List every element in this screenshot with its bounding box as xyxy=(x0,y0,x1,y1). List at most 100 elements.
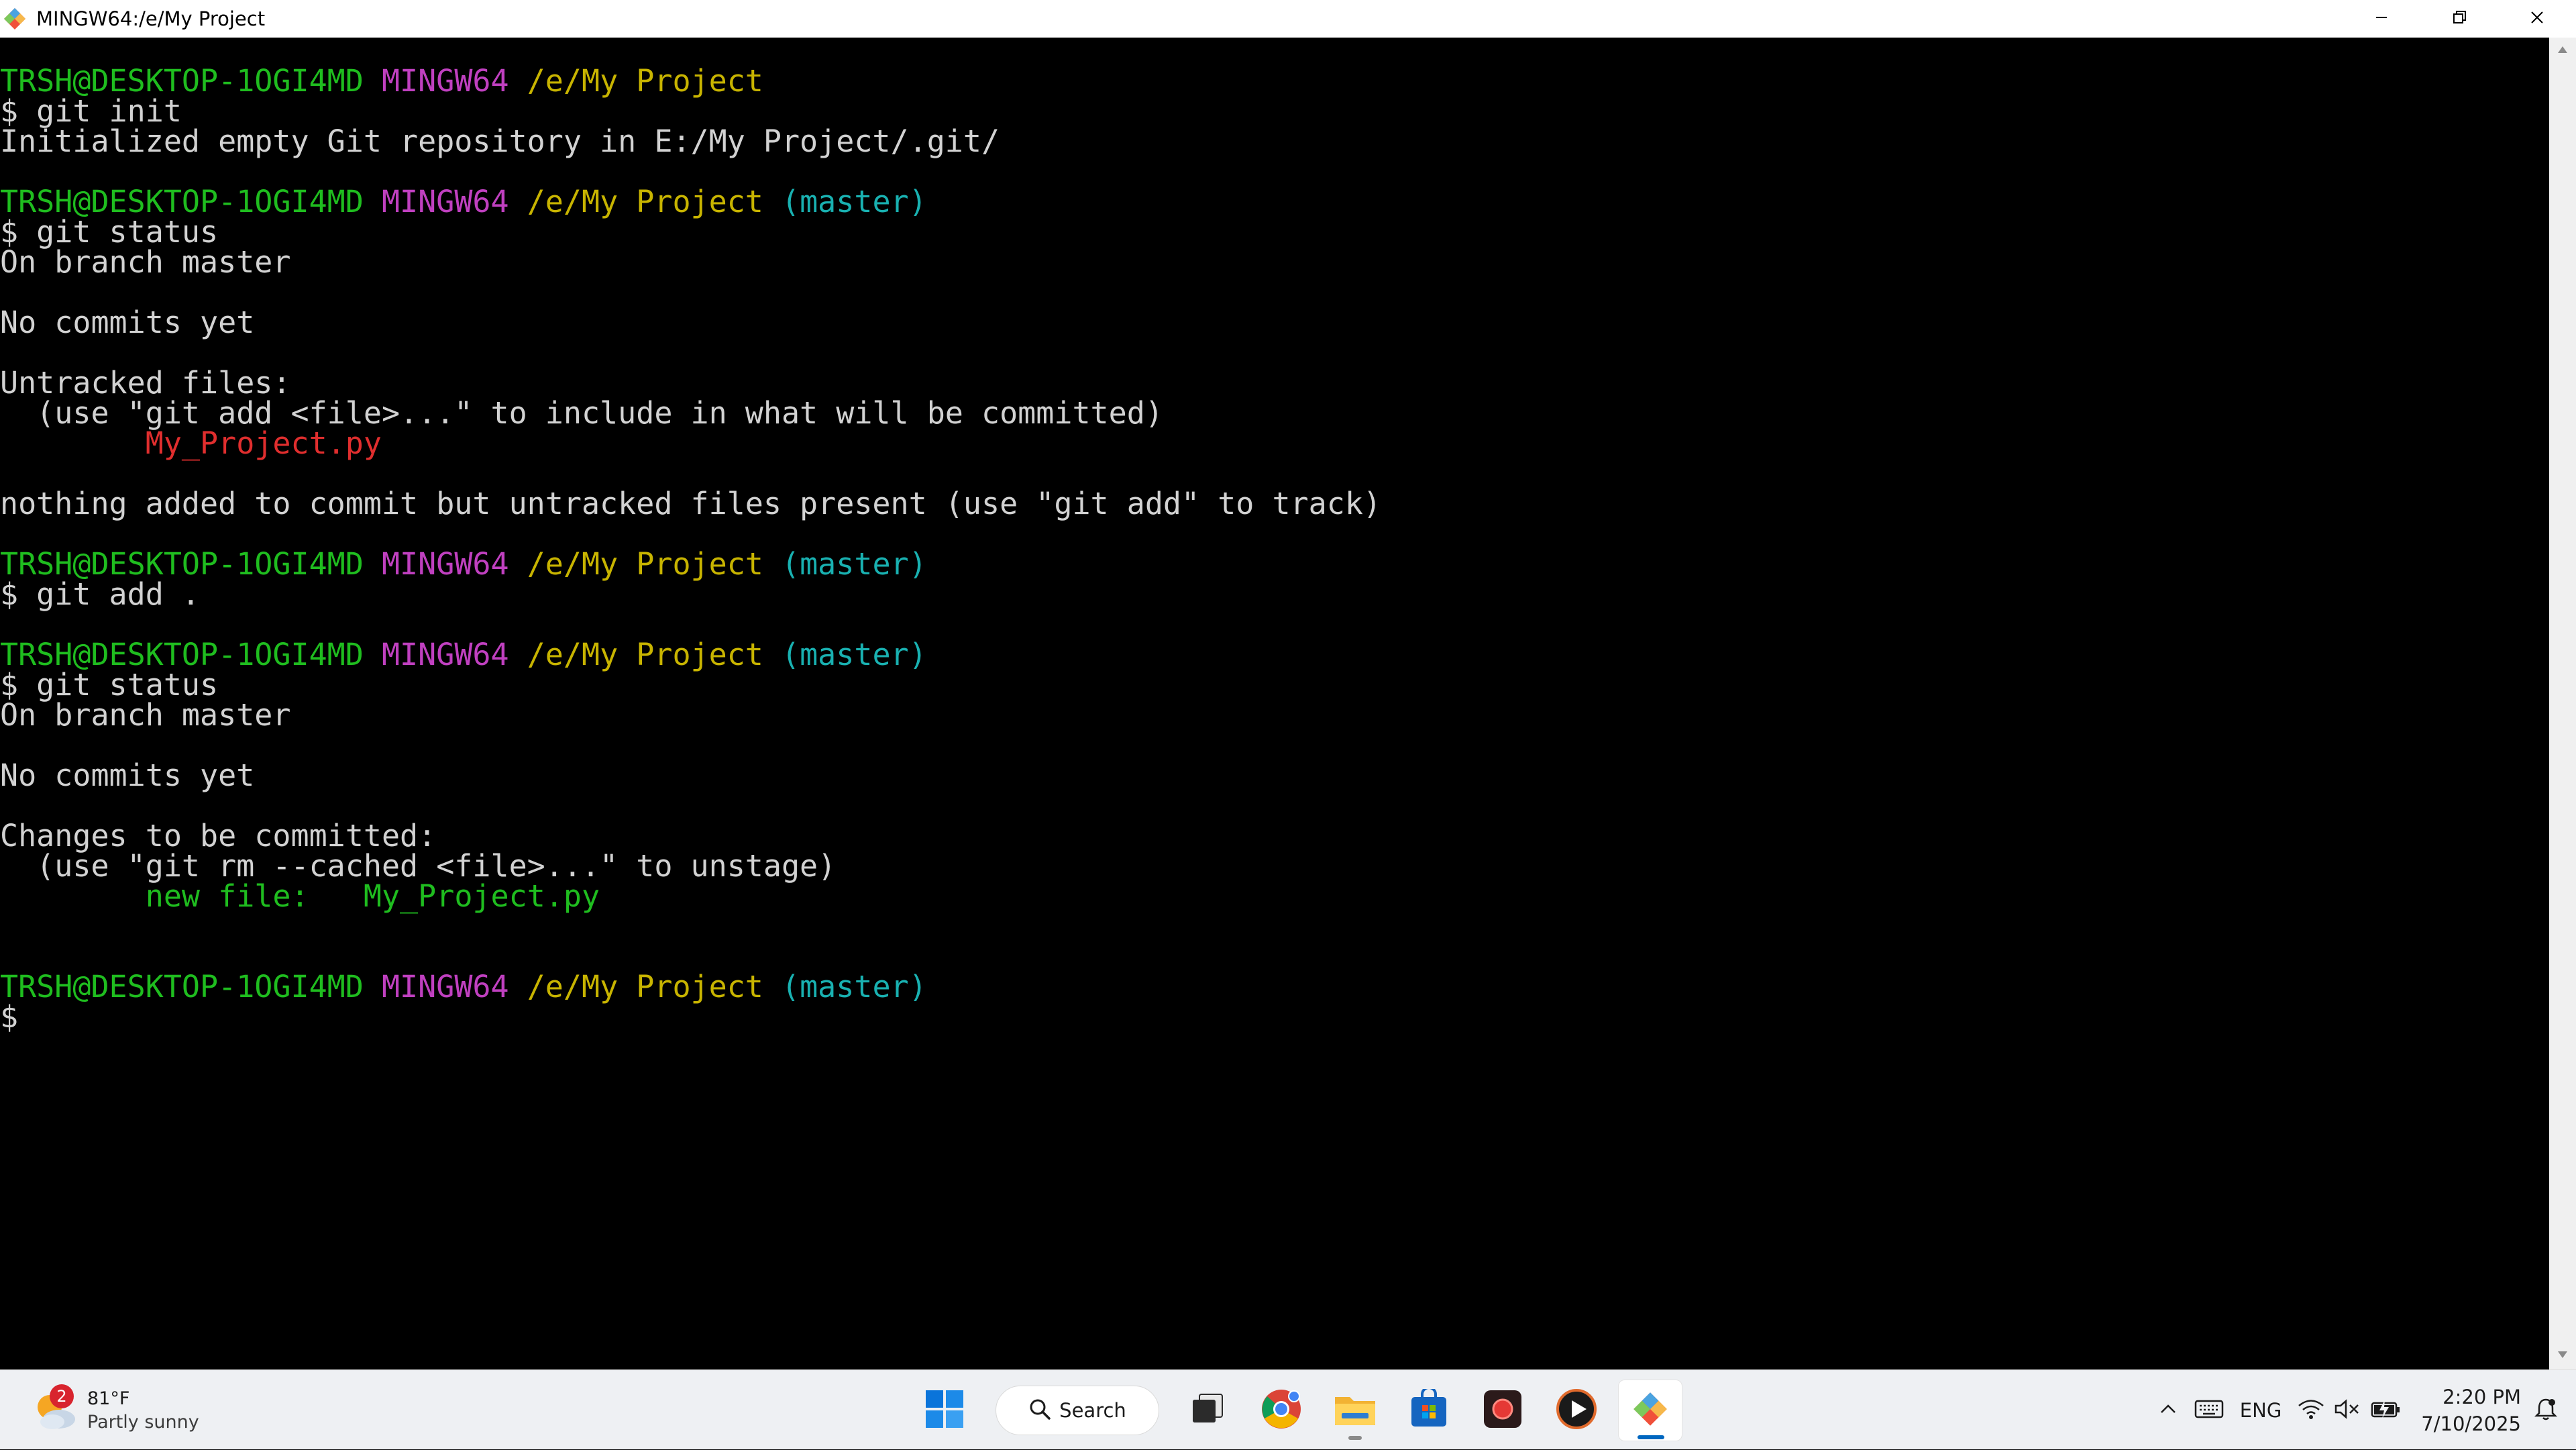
terminal-text: $ xyxy=(0,999,19,1035)
terminal-line: TRSH@DESKTOP-1OGI4MD MINGW64 /e/My Proje… xyxy=(0,187,2549,217)
weather-widget[interactable]: 2 81°F Partly sunny xyxy=(30,1381,199,1441)
task-view-icon xyxy=(1189,1390,1226,1431)
terminal-line: $ git add . xyxy=(0,579,2549,609)
show-hidden-icons-button[interactable] xyxy=(2158,1384,2178,1437)
active-indicator xyxy=(1638,1435,1664,1439)
clock-date: 7/10/2025 xyxy=(2421,1412,2521,1435)
git-bash-icon xyxy=(1,5,28,32)
terminal-line: $ xyxy=(0,1002,2549,1032)
store-icon xyxy=(1409,1386,1449,1432)
media-player-app[interactable] xyxy=(1544,1380,1609,1441)
file-explorer-app[interactable] xyxy=(1323,1380,1387,1441)
taskbar-search[interactable]: Search xyxy=(996,1386,1159,1435)
terminal-text: (master) xyxy=(782,184,927,219)
terminal-text: MINGW64 xyxy=(381,637,509,672)
terminal-text: (master) xyxy=(782,637,927,672)
clock-time: 2:20 PM xyxy=(2443,1385,2521,1408)
terminal-text: /e/My Project xyxy=(527,637,763,672)
terminal-text: (master) xyxy=(782,546,927,582)
terminal-text: On branch master xyxy=(0,244,291,280)
notification-center-button[interactable] xyxy=(2534,1384,2558,1437)
git-bash-app[interactable] xyxy=(1618,1380,1682,1441)
restore-icon xyxy=(2451,9,2467,28)
terminal-text: (master) xyxy=(782,969,927,1004)
record-icon xyxy=(1483,1389,1523,1432)
terminal-line: Untracked files: xyxy=(0,368,2549,398)
chrome-app[interactable] xyxy=(1249,1380,1313,1441)
terminal-line: My_Project.py xyxy=(0,428,2549,458)
terminal-line: TRSH@DESKTOP-1OGI4MD MINGW64 /e/My Proje… xyxy=(0,549,2549,579)
recorder-app[interactable] xyxy=(1470,1380,1535,1441)
terminal-line: No commits yet xyxy=(0,307,2549,338)
terminal-text: My_Project.py xyxy=(145,425,382,461)
terminal-text: new file: My_Project.py xyxy=(145,878,600,914)
minimize-icon xyxy=(2373,9,2390,28)
window-title: MINGW64:/e/My Project xyxy=(36,7,266,30)
wifi-icon xyxy=(2298,1398,2324,1422)
touch-keyboard-button[interactable] xyxy=(2194,1384,2224,1437)
weather-badge: 2 xyxy=(50,1384,74,1408)
terminal-text: Initialized empty Git repository in E:/M… xyxy=(0,123,1000,159)
close-button[interactable] xyxy=(2498,0,2576,38)
search-label: Search xyxy=(1059,1399,1126,1422)
minimize-button[interactable] xyxy=(2343,0,2420,38)
language-indicator: ENG xyxy=(2239,1398,2282,1422)
input-language-button[interactable]: ENG xyxy=(2240,1384,2282,1437)
search-icon xyxy=(1028,1398,1051,1423)
close-icon xyxy=(2529,9,2545,28)
speaker-muted-icon xyxy=(2334,1398,2361,1422)
terminal-scrollbar[interactable] xyxy=(2549,38,2576,1369)
terminal-line: Changes to be committed: xyxy=(0,821,2549,851)
chevron-up-icon xyxy=(2158,1399,2178,1422)
microsoft-store-app[interactable] xyxy=(1397,1380,1461,1441)
system-clock[interactable]: 2:20 PM 7/10/2025 xyxy=(2421,1384,2521,1437)
terminal-text: /e/My Project xyxy=(527,546,763,582)
scroll-down-button[interactable] xyxy=(2549,1343,2576,1369)
terminal-text: MINGW64 xyxy=(381,546,509,582)
windows-logo-icon xyxy=(924,1389,965,1432)
restore-button[interactable] xyxy=(2420,0,2498,38)
running-indicator xyxy=(1348,1436,1362,1440)
triangle-up-icon xyxy=(2556,43,2569,59)
terminal-line: nothing added to commit but untracked fi… xyxy=(0,488,2549,519)
terminal-line: No commits yet xyxy=(0,760,2549,790)
quick-settings-button[interactable] xyxy=(2298,1384,2401,1437)
terminal-text: No commits yet xyxy=(0,305,255,340)
terminal-text: $ git add . xyxy=(0,576,201,612)
terminal-text: MINGW64 xyxy=(381,969,509,1004)
terminal-line: TRSH@DESKTOP-1OGI4MD MINGW64 /e/My Proje… xyxy=(0,639,2549,670)
terminal-text: nothing added to commit but untracked fi… xyxy=(0,486,1382,521)
terminal-text: /e/My Project xyxy=(527,63,763,99)
terminal-output[interactable]: TRSH@DESKTOP-1OGI4MD MINGW64 /e/My Proje… xyxy=(0,38,2549,1369)
terminal-text: TRSH@DESKTOP-1OGI4MD xyxy=(0,969,364,1004)
terminal-text: MINGW64 xyxy=(381,63,509,99)
scroll-up-button[interactable] xyxy=(2549,38,2576,64)
terminal-lines: TRSH@DESKTOP-1OGI4MD MINGW64 /e/My Proje… xyxy=(0,38,2549,1032)
battery-charging-icon xyxy=(2370,1398,2401,1422)
task-view-button[interactable] xyxy=(1175,1380,1240,1441)
terminal-line: new file: My_Project.py xyxy=(0,881,2549,911)
terminal-line: $ git status xyxy=(0,217,2549,247)
start-button[interactable] xyxy=(912,1380,977,1441)
weather-description: Partly sunny xyxy=(87,1412,199,1433)
window-titlebar[interactable]: MINGW64:/e/My Project xyxy=(0,0,2576,38)
weather-temperature: 81°F xyxy=(87,1388,130,1409)
